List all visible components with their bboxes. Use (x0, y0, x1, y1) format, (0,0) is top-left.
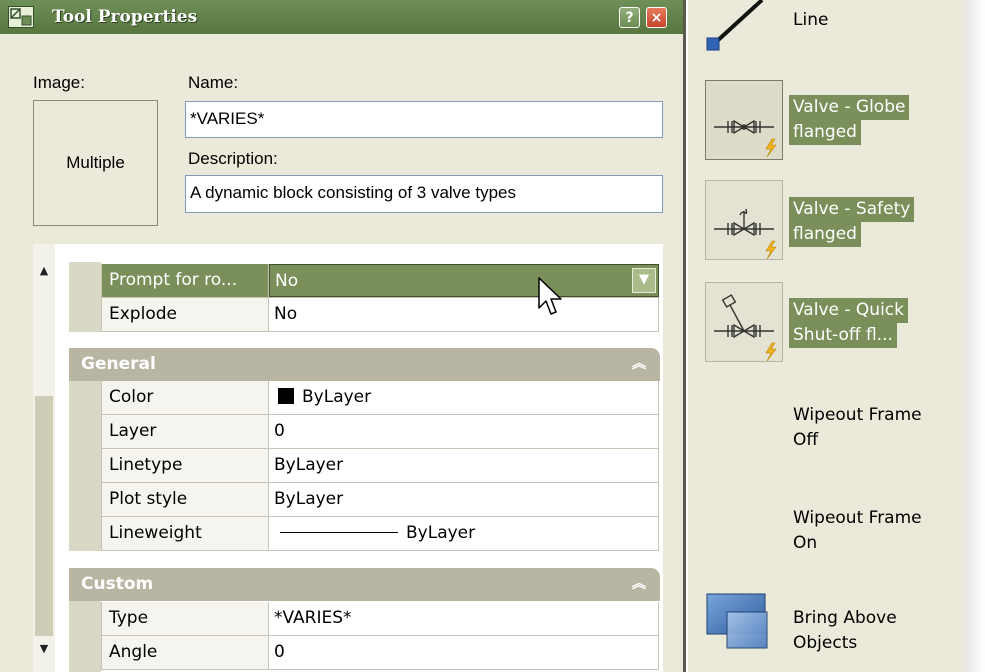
tool-bring-above-label-line1[interactable]: Bring Above (793, 606, 897, 631)
property-value[interactable]: 0 (269, 636, 659, 669)
collapse-chevron-icon[interactable]: ︽ (632, 348, 646, 381)
safety-valve-icon[interactable] (705, 180, 783, 260)
property-row-color[interactable]: Color ByLayer (101, 381, 659, 415)
property-value[interactable]: No ▼ (269, 264, 659, 297)
property-name: Layer (101, 415, 269, 448)
property-value-text: No (275, 271, 299, 291)
property-value-text: ByLayer (302, 387, 372, 407)
property-row-linetype[interactable]: Linetype ByLayer (101, 449, 659, 483)
tool-wipeout-off-label-line1[interactable]: Wipeout Frame (793, 403, 922, 428)
tool-wipeout-off-label-line2[interactable]: Off (793, 428, 818, 453)
grid-gutter (69, 262, 101, 332)
property-row-layer[interactable]: Layer 0 (101, 415, 659, 449)
name-field[interactable]: *VARIES* (185, 101, 663, 138)
close-button[interactable]: × (646, 7, 667, 28)
description-field[interactable]: A dynamic block consisting of 3 valve ty… (185, 175, 663, 213)
property-row-explode[interactable]: Explode No (101, 298, 659, 332)
property-value[interactable]: ByLayer (269, 483, 659, 516)
section-title: Custom (81, 574, 154, 594)
dropdown-arrow-icon[interactable]: ▼ (632, 268, 656, 293)
property-value[interactable]: 0 (269, 415, 659, 448)
property-value-text: ByLayer (406, 523, 476, 543)
image-preview-text: Multiple (66, 153, 125, 172)
tool-line-label[interactable]: Line (793, 8, 828, 33)
property-name: Linetype (101, 449, 269, 482)
tool-wipeout-on-label-line1[interactable]: Wipeout Frame (793, 506, 922, 531)
color-swatch-icon (278, 388, 294, 404)
palette-shadow (965, 0, 985, 672)
tool-quick-label-line1[interactable]: Valve - Quick (789, 298, 908, 323)
tool-safety-label-line1[interactable]: Valve - Safety (789, 197, 915, 222)
property-row-type[interactable]: Type *VARIES* (101, 602, 659, 636)
property-row-prompt[interactable]: Prompt for ro... No ▼ (101, 264, 659, 298)
property-value[interactable]: No (269, 298, 659, 331)
property-value[interactable]: ByLayer (269, 517, 659, 550)
collapse-chevron-icon[interactable]: ︽ (632, 568, 646, 601)
section-title: General (81, 354, 156, 374)
property-name: Lineweight (101, 517, 269, 550)
property-value[interactable]: ByLayer (269, 381, 659, 414)
bring-above-icon[interactable] (705, 592, 771, 652)
tool-quick-label-line2[interactable]: Shut-off fl... (789, 323, 897, 348)
property-value[interactable]: *VARIES* (269, 602, 659, 635)
property-name: Prompt for ro... (101, 264, 269, 297)
tool-globe-label-line1[interactable]: Valve - Globe (789, 95, 910, 120)
scrollbar-thumb[interactable] (35, 396, 53, 636)
property-name: Type (101, 602, 269, 635)
lineweight-sample-icon (280, 532, 398, 533)
tool-bring-above-label-line2[interactable]: Objects (793, 631, 857, 656)
mouse-pointer-icon (538, 277, 562, 315)
dialog-title: Tool Properties (52, 7, 198, 27)
section-header-custom[interactable]: Custom ︽ (69, 568, 660, 601)
scroll-down-arrow[interactable]: ▼ (33, 640, 55, 658)
tool-globe-label-line2[interactable]: flanged (789, 120, 861, 145)
quick-shutoff-valve-icon[interactable] (705, 282, 783, 362)
tool-safety-label-line2[interactable]: flanged (789, 222, 861, 247)
property-name: Color (101, 381, 269, 414)
app-icon (8, 6, 34, 28)
help-button[interactable]: ? (619, 7, 640, 28)
property-name: Angle (101, 636, 269, 669)
tool-wipeout-on-label-line2[interactable]: On (793, 531, 817, 556)
grid-gutter (69, 381, 101, 551)
grid-gutter (69, 601, 101, 672)
property-row-plot-style[interactable]: Plot style ByLayer (101, 483, 659, 517)
scroll-up-arrow[interactable]: ▲ (33, 262, 55, 280)
section-header-general[interactable]: General ︽ (69, 348, 660, 381)
line-tool-icon[interactable] (702, 0, 772, 56)
image-label: Image: (33, 73, 85, 92)
property-row-lineweight[interactable]: Lineweight ByLayer (101, 517, 659, 551)
property-row-angle[interactable]: Angle 0 (101, 636, 659, 670)
property-name: Explode (101, 298, 269, 331)
globe-valve-icon[interactable] (705, 80, 783, 160)
property-value[interactable]: ByLayer (269, 449, 659, 482)
name-label: Name: (188, 73, 239, 92)
image-preview[interactable]: Multiple (33, 100, 158, 226)
description-label: Description: (188, 149, 278, 168)
property-name: Plot style (101, 483, 269, 516)
